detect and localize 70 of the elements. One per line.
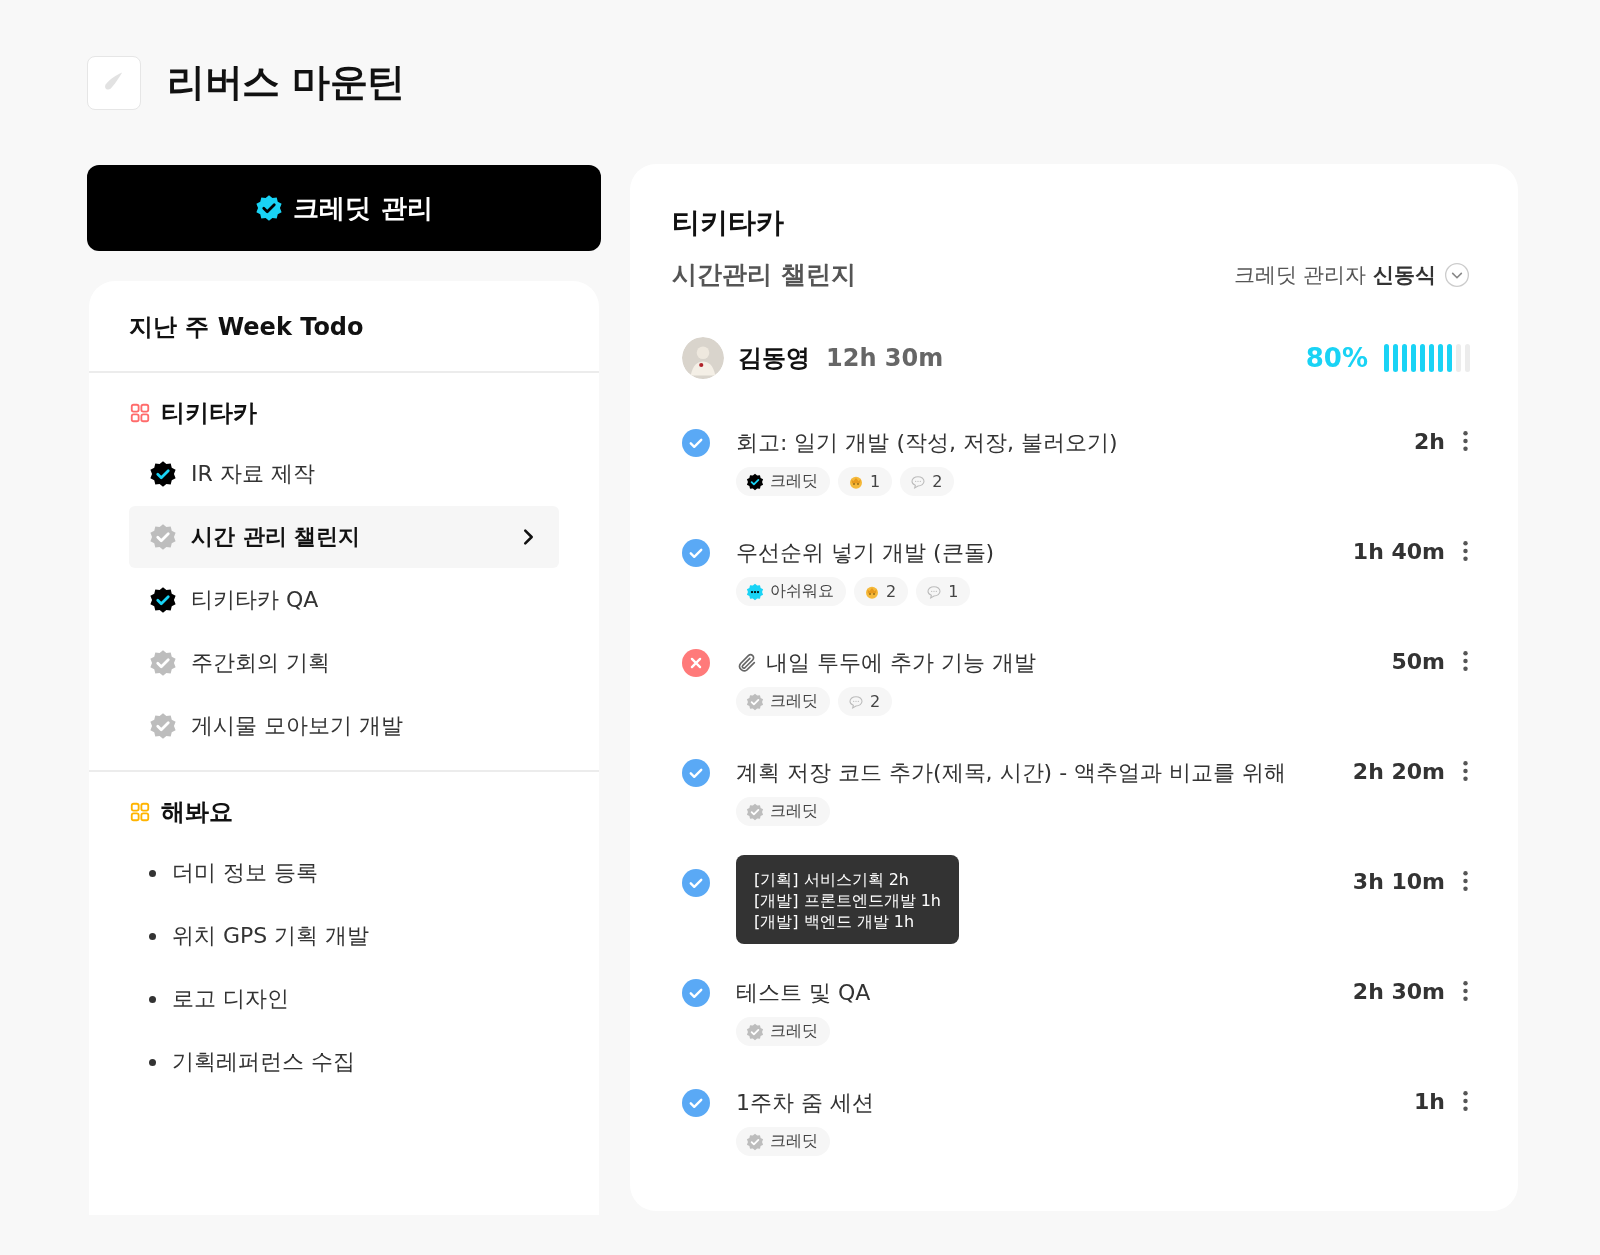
- more-icon: [1463, 871, 1468, 891]
- comment-count[interactable]: 2: [900, 467, 955, 496]
- todo-item[interactable]: 기획레퍼런스 수집: [129, 1031, 559, 1093]
- bullet-icon: [149, 932, 156, 940]
- verified-badge-icon: [746, 692, 764, 711]
- verified-badge-icon: [746, 472, 764, 491]
- credit-tag[interactable]: 크레딧: [736, 1127, 830, 1156]
- group-title: 티키타카: [161, 398, 257, 429]
- verified-badge-icon: [255, 194, 284, 222]
- avatar: [682, 337, 724, 379]
- todo-item[interactable]: 로고 디자인: [129, 968, 559, 1030]
- task-duration: 3h 10m: [1352, 869, 1445, 894]
- task-title: 회고: 일기 개발 (작성, 저장, 불러오기): [736, 429, 1118, 457]
- todo-item[interactable]: IR 자료 제작: [129, 443, 559, 505]
- bullet-icon: [149, 995, 156, 1003]
- verified-badge-icon: [746, 1022, 764, 1041]
- bullet-icon: [149, 1058, 156, 1066]
- verified-badge-icon: [746, 802, 764, 821]
- todo-item[interactable]: 티키타카 QA: [129, 569, 559, 631]
- task-title: 테스트 및 QA: [736, 979, 871, 1007]
- manager-dropdown[interactable]: 크레딧 관리자 신동식: [1233, 260, 1470, 289]
- more-icon: [1463, 541, 1468, 561]
- todo-item[interactable]: 주간회의 기획: [129, 632, 559, 694]
- reaction-count[interactable]: 2: [854, 577, 909, 606]
- challenge-title: 시간관리 챌린지: [672, 259, 856, 291]
- more-icon: [1463, 761, 1468, 781]
- todo-item[interactable]: 게시물 모아보기 개발: [129, 695, 559, 757]
- bullet-icon: [149, 869, 156, 877]
- credit-tag[interactable]: 아쉬워요: [736, 577, 846, 606]
- verified-badge-icon: [746, 1132, 764, 1151]
- task-duration: 2h 20m: [1352, 759, 1445, 784]
- percent-text: 80%: [1305, 343, 1368, 373]
- credit-tag[interactable]: 크레딧: [736, 467, 830, 496]
- tooltip-line: [기획] 서비스기획 2h: [754, 869, 910, 890]
- task-title: 1주차 줌 세션: [736, 1089, 874, 1117]
- task-title: 내일 투두에 추가 기능 개발: [766, 649, 1036, 677]
- more-icon: [1463, 431, 1468, 451]
- credit-tag[interactable]: 크레딧: [736, 687, 830, 716]
- comment-count[interactable]: 1: [916, 577, 971, 606]
- more-icon: [1463, 1091, 1468, 1111]
- todo-item[interactable]: 더미 정보 등록: [129, 842, 559, 904]
- tooltip-line: [개발] 프론트엔드개발 1h: [754, 890, 941, 911]
- total-time: 12h 30m: [826, 344, 944, 372]
- dots-badge-icon: [746, 582, 764, 601]
- todo-item[interactable]: 위치 GPS 기획 개발: [129, 905, 559, 967]
- comment-icon: [910, 473, 927, 490]
- member-name: 김동영: [738, 343, 810, 374]
- comment-count[interactable]: 2: [838, 687, 893, 716]
- more-icon: [1463, 981, 1468, 1001]
- tooltip-line: [개발] 백엔드 개발 1h: [754, 911, 916, 932]
- todo-item[interactable]: 시간 관리 챌린지: [129, 506, 559, 568]
- reaction-count[interactable]: 1: [838, 467, 893, 496]
- more-icon: [1463, 651, 1468, 671]
- task-duration: 2h: [1414, 429, 1445, 454]
- app-title: 리버스 마운틴: [167, 59, 405, 106]
- comment-icon: [848, 693, 864, 710]
- chevron-down-icon: [1444, 261, 1470, 288]
- task-title: 계획 저장 코드 추가(제목, 시간) - 액추얼과 비교를 위해: [736, 759, 1287, 787]
- task-title: 우선순위 넣기 개발 (큰돌): [736, 539, 995, 567]
- credit-button[interactable]: 크레딧 관리: [87, 165, 601, 251]
- credit-tag[interactable]: 크레딧: [736, 797, 830, 826]
- comment-icon: [926, 583, 943, 600]
- task-duration: 2h 30m: [1352, 979, 1445, 1004]
- credit-tag[interactable]: 크레딧: [736, 1017, 830, 1046]
- project-title: 티키타카: [672, 205, 785, 241]
- group-title: 해봐요: [161, 797, 233, 828]
- task-duration: 1h 40m: [1352, 539, 1445, 564]
- task-duration: 1h: [1414, 1089, 1445, 1114]
- card-title: 지난 주 Week Todo: [89, 281, 599, 373]
- task-duration: 50m: [1391, 649, 1445, 674]
